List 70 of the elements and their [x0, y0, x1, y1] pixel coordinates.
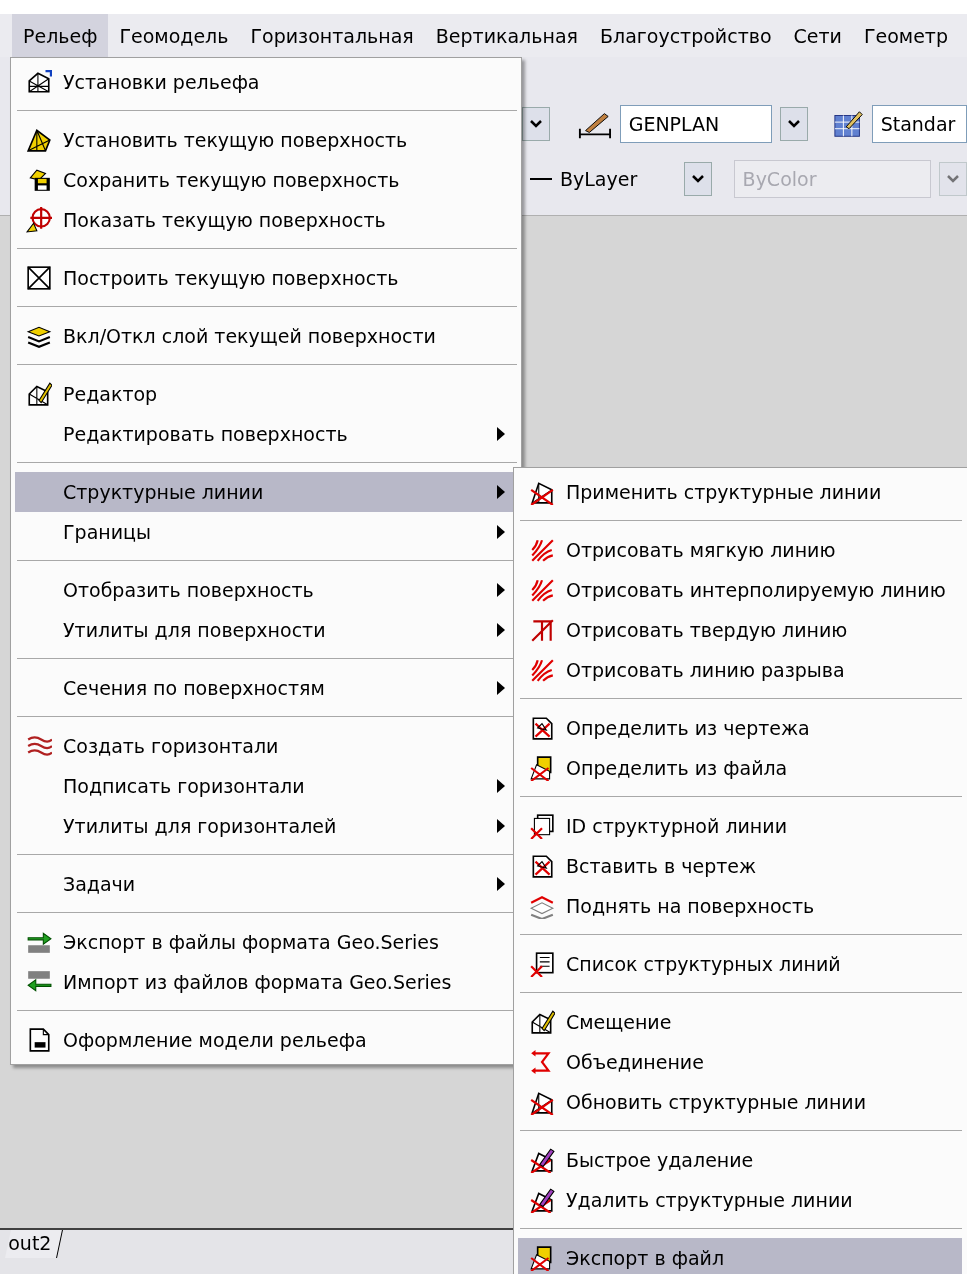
menu-item[interactable]: ID структурной линии	[518, 806, 962, 846]
menubar-item[interactable]: Горизонтальная	[239, 14, 425, 57]
table-style-icon[interactable]	[833, 109, 864, 139]
wavy-lines-icon	[26, 733, 52, 759]
menu-item[interactable]: Редактор	[15, 374, 517, 414]
menubar-item[interactable]: Геомодель	[108, 14, 240, 57]
stacked-documents-icon	[529, 813, 555, 839]
menu-item[interactable]: Применить структурные линии	[518, 472, 962, 512]
pencil-icon	[529, 1147, 555, 1173]
crosshair-icon	[26, 207, 52, 233]
menubar-item[interactable]: Геометр	[852, 14, 959, 57]
menu-item[interactable]: Установить текущую поверхность	[15, 120, 517, 160]
menubar-item[interactable]: Сети	[782, 14, 853, 57]
menu-item[interactable]: Обновить структурные линии	[518, 1082, 962, 1122]
menu-item[interactable]: Импорт из файлов формата Geo.Series	[15, 962, 517, 1002]
layers-icon	[529, 893, 555, 919]
menu-item[interactable]: Определить из файла	[518, 748, 962, 788]
menu-item[interactable]: Список структурных линий	[518, 944, 962, 984]
list-document-icon	[529, 951, 555, 977]
pencil-icon	[529, 1187, 555, 1213]
layer-field[interactable]: GENPLAN	[619, 105, 772, 143]
line-sample-icon	[530, 177, 552, 181]
menu-item[interactable]: Утилиты для горизонталей	[15, 806, 517, 846]
menu-item[interactable]: Определить из чертежа	[518, 708, 962, 748]
crossed-triangle-icon	[529, 1089, 555, 1115]
menu-item[interactable]: Экспорт в файл	[518, 1238, 962, 1274]
caret-icon	[786, 119, 801, 129]
menu-item[interactable]: Утилиты для поверхности	[15, 610, 517, 650]
menu-item[interactable]: Отрисовать линию разрыва	[518, 650, 962, 690]
linetype-field[interactable]: ByLayer	[522, 160, 676, 198]
menu-item[interactable]: Вкл/Откл слой текущей поверхности	[15, 316, 517, 356]
caret-icon	[529, 119, 544, 129]
menu-item[interactable]: Показать текущую поверхность	[15, 200, 517, 240]
mesh-icon	[26, 69, 52, 95]
pencil-icon	[26, 381, 52, 407]
menu-item[interactable]: Отрисовать мягкую линию	[518, 530, 962, 570]
menu-item[interactable]: Удалить структурные линии	[518, 1180, 962, 1220]
menu-item[interactable]: Сечения по поверхностям	[15, 668, 517, 708]
menu-item[interactable]: Отрисовать твердую линию	[518, 610, 962, 650]
menu-item[interactable]: Экспорт в файлы формата Geo.Series	[15, 922, 517, 962]
menubar-item[interactable]: Рельеф	[12, 14, 109, 57]
polygon-icon	[26, 127, 52, 153]
crossed-triangle-icon	[529, 479, 555, 505]
caret-icon	[945, 174, 960, 184]
menu-item[interactable]: Поднять на поверхность	[518, 886, 962, 926]
menubar-item[interactable]: Благоустройство	[588, 14, 783, 57]
menu-item[interactable]: Создать горизонтали	[15, 726, 517, 766]
menu-item[interactable]: Установки рельефа	[15, 62, 517, 102]
menu-item[interactable]: Сохранить текущую поверхность	[15, 160, 517, 200]
menubar-item[interactable]: Вертикальная	[424, 14, 589, 57]
menu-item[interactable]: Оформление модели рельефа	[15, 1020, 517, 1060]
pencil-icon	[529, 1009, 555, 1035]
dropdown-button[interactable]	[779, 107, 808, 141]
menu-item[interactable]: Задачи	[15, 864, 517, 904]
layout-tab[interactable]: out2	[5, 1230, 64, 1258]
dropdown-button[interactable]	[683, 162, 712, 196]
menu-item[interactable]: Границы	[15, 512, 517, 552]
menu-item[interactable]: Редактировать поверхность	[15, 414, 517, 454]
menu-item[interactable]: Быстрое удаление	[518, 1140, 962, 1180]
menu-item[interactable]: Вставить в чертеж	[518, 846, 962, 886]
dropdown-button[interactable]	[522, 107, 551, 141]
style-field[interactable]: Standar	[871, 105, 967, 143]
menu-item[interactable]: Смещение	[518, 1002, 962, 1042]
crossed-square-icon	[26, 265, 52, 291]
menu-item[interactable]: Построить текущую поверхность	[15, 258, 517, 298]
menu-item[interactable]: Отрисовать интерполируемую линию	[518, 570, 962, 610]
caret-icon	[690, 174, 705, 184]
menu-item[interactable]: Объединение	[518, 1042, 962, 1082]
menu-item[interactable]: Отобразить поверхность	[15, 570, 517, 610]
menu-item[interactable]: Подписать горизонтали	[15, 766, 517, 806]
